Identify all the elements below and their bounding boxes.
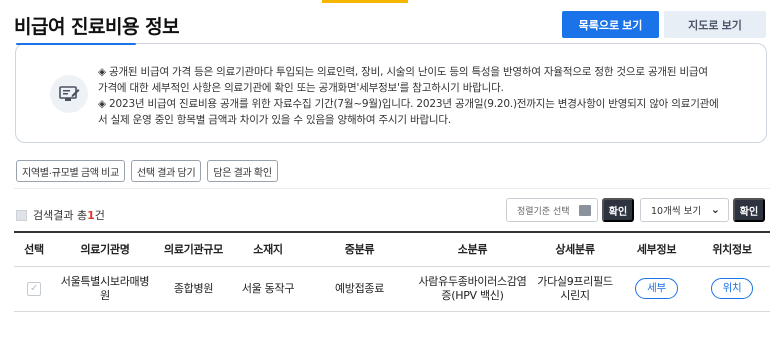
filter-buttons: 지역별·규모별 금액 비교 선택 결과 담기 담은 결과 확인	[16, 160, 278, 182]
col-header-location: 소재지	[231, 231, 305, 267]
result-prefix: 검색결과 총	[33, 209, 88, 222]
col-header-scale: 의료기관규모	[156, 231, 231, 267]
row-checkbox[interactable]: ✓	[27, 282, 41, 296]
active-nav-indicator	[322, 0, 408, 3]
result-suffix: 건	[94, 209, 105, 222]
notice-tab-indicator	[16, 43, 136, 45]
detail-category: 가다실9프리필드시린지	[531, 266, 619, 312]
hospital-location: 서울 동작구	[231, 266, 305, 312]
square-icon	[16, 209, 27, 221]
notice-text: ◈ 공개된 비급여 가격 등은 의료기관마다 투입되는 의료인력, 장비, 시술…	[98, 64, 758, 128]
region-scale-compare-button[interactable]: 지역별·규모별 금액 비교	[16, 160, 125, 182]
location-button[interactable]: 위치	[710, 278, 754, 299]
col-header-select: 선택	[14, 231, 54, 267]
col-header-detail-category: 상세분류	[531, 231, 619, 267]
add-selection-button[interactable]: 선택 결과 담기	[131, 160, 202, 182]
view-saved-button[interactable]: 담은 결과 확인	[207, 160, 278, 182]
map-view-button[interactable]: 지도로 보기	[664, 11, 766, 38]
list-view-button[interactable]: 목록으로 보기	[562, 11, 659, 38]
col-header-detail-info: 세부정보	[619, 231, 694, 267]
table-header-row: 선택 의료기관명 의료기관규모 소재지 중분류 소분류 상세분류 세부정보 위치…	[14, 231, 770, 267]
monitor-icon	[50, 75, 88, 113]
col-header-sub-category: 소분류	[414, 231, 531, 267]
result-count: 검색결과 총 1 건	[16, 207, 105, 223]
notice-line: 가격에 대한 세부적인 사항은 의료기관에 확인 또는 공개화면'세부정보'를 …	[98, 82, 504, 94]
detail-button[interactable]: 세부	[635, 278, 678, 299]
sub-category: 사람유두종바이러스감염증(HPV 백신)	[414, 266, 531, 312]
notice-line: ◈ 공개된 비급여 가격 등은 의료기관마다 투입되는 의료인력, 장비, 시술…	[98, 66, 708, 78]
per-page-label: 10개씩 보기	[651, 206, 702, 217]
result-number: 1	[87, 208, 95, 222]
notice-line: ◈ 2023년 비급여 진료비용 공개를 위한 자료수집 기간(7월~9월)입니…	[98, 98, 719, 110]
list-icon	[579, 205, 591, 216]
per-page-select[interactable]: 10개씩 보기 ⌄	[640, 198, 729, 222]
chevron-down-icon: ⌄	[710, 203, 720, 216]
notice-line: 서 실제 운영 중인 항목별 금액과 차이가 있을 수 있음을 양해하여 주시기…	[98, 114, 451, 126]
sort-label: 정렬기준 선택	[517, 206, 570, 217]
table-row: ✓ 서울특별시보라매병원 종합병원 서울 동작구 예방접종료 사람유두종바이러스…	[14, 266, 770, 312]
page-title: 비급여 진료비용 정보	[14, 16, 180, 38]
hospital-name: 서울특별시보라매병원	[54, 266, 156, 312]
mid-category: 예방접종료	[305, 266, 414, 312]
col-header-name: 의료기관명	[54, 231, 156, 267]
col-header-location-info: 위치정보	[694, 231, 770, 267]
sort-confirm-button[interactable]: 확인	[602, 198, 634, 222]
col-header-mid-category: 중분류	[305, 231, 414, 267]
notice-box: ◈ 공개된 비급여 가격 등은 의료기관마다 투입되는 의료인력, 장비, 시술…	[15, 43, 767, 143]
divider	[14, 188, 770, 189]
hospital-scale: 종합병원	[156, 266, 231, 312]
sort-select[interactable]: 정렬기준 선택	[506, 198, 598, 222]
per-page-confirm-button[interactable]: 확인	[733, 198, 765, 222]
results-table: 선택 의료기관명 의료기관규모 소재지 중분류 소분류 상세분류 세부정보 위치…	[14, 231, 770, 312]
